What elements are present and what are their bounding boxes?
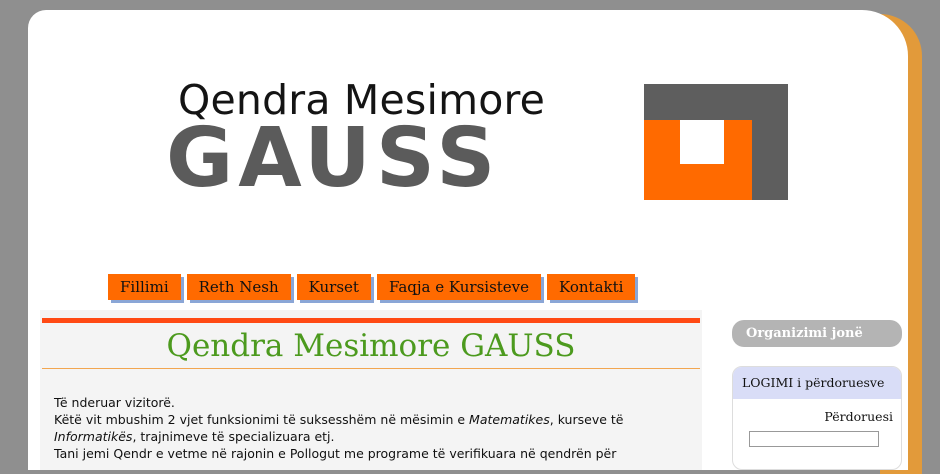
nav-item-fillimi[interactable]: Fillimi [108, 274, 181, 300]
username-label: Përdoruesi [824, 409, 893, 424]
nav-item-faqja-e-kursisteve[interactable]: Faqja e Kursisteve [376, 274, 542, 300]
page-container: Qendra Mesimore GAUSS Fillimi Reth Nesh … [28, 10, 908, 470]
main-content: Qendra Mesimore GAUSS Të nderuar vizitor… [40, 310, 702, 470]
intro-line-3: Informatikës, trajnimeve të specializuar… [54, 429, 335, 444]
nav-item-kurset[interactable]: Kurset [296, 274, 371, 300]
main-nav: Fillimi Reth Nesh Kurset Faqja e Kursist… [108, 274, 636, 300]
nav-item-kontakti[interactable]: Kontakti [547, 274, 636, 300]
logo-name: GAUSS [166, 111, 501, 206]
intro-text: Të nderuar vizitorë. Këtë vit mbushim 2 … [54, 394, 694, 462]
login-box: LOGIMI i përdoruesve Përdoruesi [732, 366, 902, 470]
intro-line-2: Këtë vit mbushim 2 vjet funksionimi të s… [54, 412, 624, 427]
username-input[interactable] [749, 431, 879, 447]
title-divider [42, 368, 700, 369]
nav-item-reth-nesh[interactable]: Reth Nesh [186, 274, 291, 300]
intro-greeting: Të nderuar vizitorë. [54, 395, 175, 410]
content-accent-bar [42, 318, 700, 323]
sidebar-organization-header[interactable]: Organizimi jonë [732, 320, 902, 347]
login-title: LOGIMI i përdoruesve [733, 367, 901, 399]
page-title: Qendra Mesimore GAUSS [166, 328, 576, 364]
intro-line-4: Tani jemi Qendr e vetme në rajonin e Pol… [54, 446, 617, 461]
logo-square-icon [644, 84, 788, 200]
